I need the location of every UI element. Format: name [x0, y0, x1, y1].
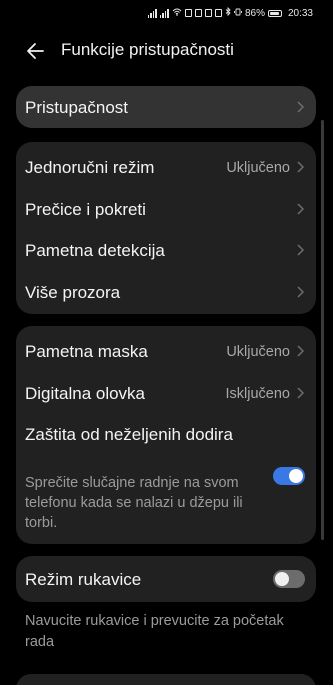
settings-group-2: Pametna maska Uključeno Digitalna olovka… — [16, 326, 316, 544]
status-icons: 86% 20:33 — [147, 6, 313, 19]
glove-mode-label: Režim rukavice — [25, 570, 142, 589]
digital-pen-row[interactable]: Digitalna olovka Isključeno — [16, 373, 316, 413]
glove-mode-description: Navucite rukavice i prevucite za početak… — [25, 613, 284, 650]
digital-pen-value: Isključeno — [225, 386, 290, 402]
toggle-knob — [275, 572, 289, 586]
notification-icon — [204, 9, 212, 17]
battery-percent: 86% — [244, 7, 265, 19]
accessibility-label: Pristupačnost — [25, 98, 128, 117]
shortcuts-gestures-label: Prečice i pokreti — [25, 200, 146, 219]
multi-window-label: Više prozora — [25, 283, 121, 302]
toggle-knob — [289, 469, 303, 483]
one-hand-mode-row[interactable]: Jednoručni režim Uključeno — [16, 147, 316, 187]
notification-icon — [194, 9, 202, 17]
clock: 20:33 — [287, 7, 313, 19]
smart-mask-value: Uključeno — [226, 344, 290, 360]
chevron-right-icon — [297, 286, 304, 298]
smart-detection-label: Pametna detekcija — [25, 241, 165, 260]
notification-icon — [184, 9, 192, 17]
digital-pen-label: Digitalna olovka — [25, 384, 146, 403]
status-bar: 86% 20:33 — [0, 0, 333, 28]
scrollbar[interactable] — [321, 120, 324, 540]
accessibility-card[interactable]: Pristupačnost — [16, 86, 316, 128]
accidental-touch-description: Sprečite slučajne radnje na svom telefon… — [25, 475, 243, 531]
header: Funkcije pristupačnosti — [0, 36, 333, 66]
signal-icon — [159, 8, 169, 18]
accidental-touch-row: Zaštita od neželjenih dodira Sprečite sl… — [16, 422, 316, 538]
bluetooth-icon — [225, 6, 231, 19]
page-title: Funkcije pristupačnosti — [61, 40, 234, 59]
one-hand-mode-value: Uključeno — [226, 160, 290, 176]
shortcuts-gestures-row[interactable]: Prečice i pokreti — [16, 189, 316, 229]
next-card-partial — [16, 674, 316, 685]
one-hand-mode-label: Jednoručni režim — [25, 158, 155, 177]
multi-window-row[interactable]: Više prozora — [16, 272, 316, 312]
chevron-right-icon — [297, 203, 304, 215]
glove-mode-card: Režim rukavice — [16, 556, 316, 602]
chevron-right-icon — [297, 161, 304, 173]
smart-detection-row[interactable]: Pametna detekcija — [16, 230, 316, 270]
settings-group-1: Jednoručni režim Uključeno Prečice i pok… — [16, 142, 316, 314]
arrow-left-icon — [27, 43, 44, 59]
back-button[interactable] — [24, 40, 46, 62]
signal-icon — [147, 8, 157, 18]
glove-mode-toggle[interactable] — [273, 570, 305, 588]
chevron-right-icon — [297, 244, 304, 256]
accidental-touch-label: Zaštita od neželjenih dodira — [25, 425, 233, 444]
chevron-right-icon — [297, 101, 304, 113]
vibrate-icon — [234, 8, 242, 19]
nfc-icon — [214, 9, 222, 17]
wifi-icon — [172, 8, 182, 19]
smart-mask-label: Pametna maska — [25, 342, 148, 361]
glove-mode-row: Režim rukavice — [16, 559, 316, 599]
chevron-right-icon — [297, 387, 304, 399]
accidental-touch-toggle[interactable] — [273, 467, 305, 485]
accessibility-row[interactable]: Pristupačnost — [16, 87, 316, 127]
battery-icon — [267, 9, 282, 17]
chevron-right-icon — [297, 345, 304, 357]
smart-mask-row[interactable]: Pametna maska Uključeno — [16, 331, 316, 371]
